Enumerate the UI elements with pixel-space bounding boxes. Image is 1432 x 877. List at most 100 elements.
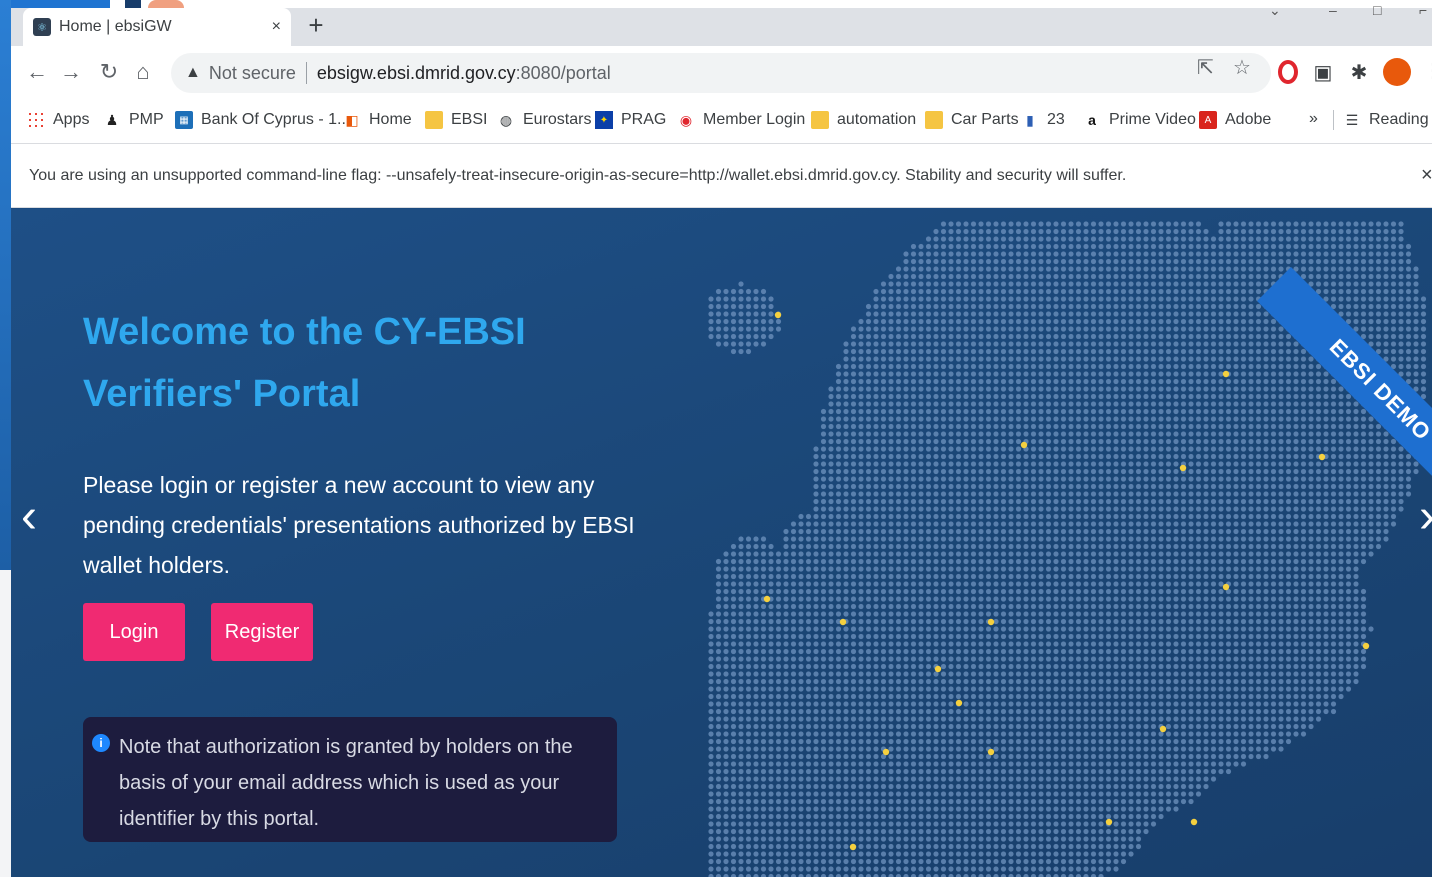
map-dot [1030, 416, 1037, 422]
extension-icon[interactable]: ▣ [1309, 58, 1337, 86]
map-dot [1368, 288, 1374, 295]
map-dot [1150, 416, 1157, 422]
map-dot [918, 633, 924, 640]
map-dot [1135, 416, 1142, 422]
puzzle-icon[interactable]: ✱ [1345, 58, 1373, 86]
warning-icon[interactable]: ▲ [185, 64, 201, 82]
bookmark-home[interactable]: ◧ Home [343, 100, 411, 140]
map-dot [1030, 663, 1037, 670]
map-dot [813, 626, 819, 632]
bookmark-eurostars[interactable]: ◍ Eurostars [497, 100, 592, 140]
close-infobar-icon[interactable]: × [1421, 164, 1432, 187]
back-arrow-icon[interactable]: ← [23, 58, 51, 86]
map-dot [805, 588, 812, 595]
map-dot [888, 468, 894, 475]
map-dot [1338, 243, 1344, 250]
close-tab-icon[interactable]: × [272, 18, 281, 36]
map-dot [1008, 348, 1014, 355]
map-dot [1068, 251, 1074, 257]
map-dot [1195, 626, 1202, 632]
profile-avatar[interactable] [1383, 58, 1411, 86]
bookmark-adobe[interactable]: A Adobe [1199, 100, 1271, 140]
bookmark-ebsi[interactable]: EBSI [425, 100, 487, 140]
map-dot [1255, 536, 1262, 542]
address-bar[interactable]: ▲ Not secure ebsigw.ebsi.dmrid.gov.cy :8… [171, 53, 1271, 93]
map-dot [1000, 326, 1007, 332]
map-dot [1338, 633, 1344, 640]
map-dot [1105, 258, 1112, 265]
opera-extension-icon[interactable] [1274, 58, 1302, 86]
bookmark-apps[interactable]: Apps [27, 100, 89, 140]
map-dot [1195, 558, 1202, 565]
reload-icon[interactable]: ↻ [95, 58, 123, 86]
bookmark-member-login[interactable]: ◉ Member Login [677, 100, 805, 140]
map-dot [1158, 513, 1164, 520]
tab-home[interactable]: ⚛ Home | ebsiGW × [23, 8, 291, 46]
map-dot [1353, 656, 1359, 662]
map-dot [1135, 573, 1142, 580]
bookmark-automation[interactable]: automation [811, 100, 916, 140]
map-dot [1038, 626, 1044, 632]
map-dot [888, 618, 894, 625]
map-dot [1270, 386, 1277, 392]
map-dot [1188, 671, 1194, 677]
map-dot [1158, 521, 1164, 527]
map-dot [843, 461, 849, 467]
bookmark-23[interactable]: ▮ 23 [1021, 100, 1065, 140]
map-dot [1135, 401, 1142, 407]
bookmark-pmp[interactable]: ♟ PMP [103, 100, 164, 140]
map-dot [1038, 266, 1044, 272]
map-dot [1143, 491, 1149, 497]
not-secure-label[interactable]: Not secure [209, 63, 296, 84]
map-dot [948, 228, 954, 235]
bookmark-bank-of-cyprus[interactable]: ▦ Bank Of Cyprus - 1... [175, 100, 350, 140]
map-dot [993, 588, 999, 595]
map-dot [843, 438, 849, 445]
map-dot [745, 656, 752, 662]
bookmark-prime-video[interactable]: a Prime Video [1083, 100, 1196, 140]
map-dot [1068, 423, 1074, 430]
url-path[interactable]: :8080/portal [516, 63, 611, 84]
reading-list-button[interactable]: ☰Reading list [1343, 100, 1432, 140]
map-dot [730, 588, 737, 595]
map-dot [1135, 641, 1142, 647]
map-dot [970, 611, 977, 617]
map-dot [948, 333, 954, 340]
map-dot [895, 416, 902, 422]
map-dot [963, 648, 969, 655]
map-dot [993, 386, 999, 392]
map-dot [1060, 573, 1067, 580]
map-dot [1330, 423, 1337, 430]
map-dot [993, 393, 999, 400]
url-host[interactable]: ebsigw.ebsi.dmrid.gov.cy [317, 63, 516, 84]
new-tab-button[interactable]: + [301, 10, 331, 40]
map-dot [1143, 476, 1149, 482]
forward-arrow-icon[interactable]: → [57, 58, 85, 86]
map-dot [940, 663, 947, 670]
map-dot [1045, 228, 1052, 235]
map-dot [1218, 671, 1224, 677]
map-dot [1323, 236, 1329, 242]
share-icon[interactable]: ⇱ [1197, 55, 1214, 80]
map-dot [768, 543, 774, 550]
star-icon[interactable]: ☆ [1233, 55, 1251, 80]
menu-icon[interactable]: ⋮ [1423, 58, 1432, 83]
map-dot [1225, 468, 1232, 475]
map-dot [1255, 663, 1262, 670]
bookmark-car-parts[interactable]: Car Parts [925, 100, 1019, 140]
maximize-icon[interactable]: □ [1373, 2, 1381, 18]
close-window-icon[interactable]: ⌐ [1419, 2, 1427, 18]
map-dot [1030, 641, 1037, 647]
bookmark-prag[interactable]: ✦ PRAG [595, 100, 666, 140]
map-dot [1113, 311, 1119, 317]
map-dot [1360, 303, 1367, 310]
map-dot [873, 663, 879, 670]
home-icon[interactable]: ⌂ [129, 58, 157, 86]
minimize-icon[interactable]: ‒ [1329, 2, 1337, 18]
map-dot [1000, 371, 1007, 377]
more-bookmarks-icon[interactable]: » [1309, 110, 1318, 128]
map-dot [1008, 671, 1014, 677]
map-dot [1233, 476, 1239, 482]
chevron-down-icon[interactable]: ⌄ [1269, 2, 1281, 19]
map-dot [1270, 491, 1277, 497]
